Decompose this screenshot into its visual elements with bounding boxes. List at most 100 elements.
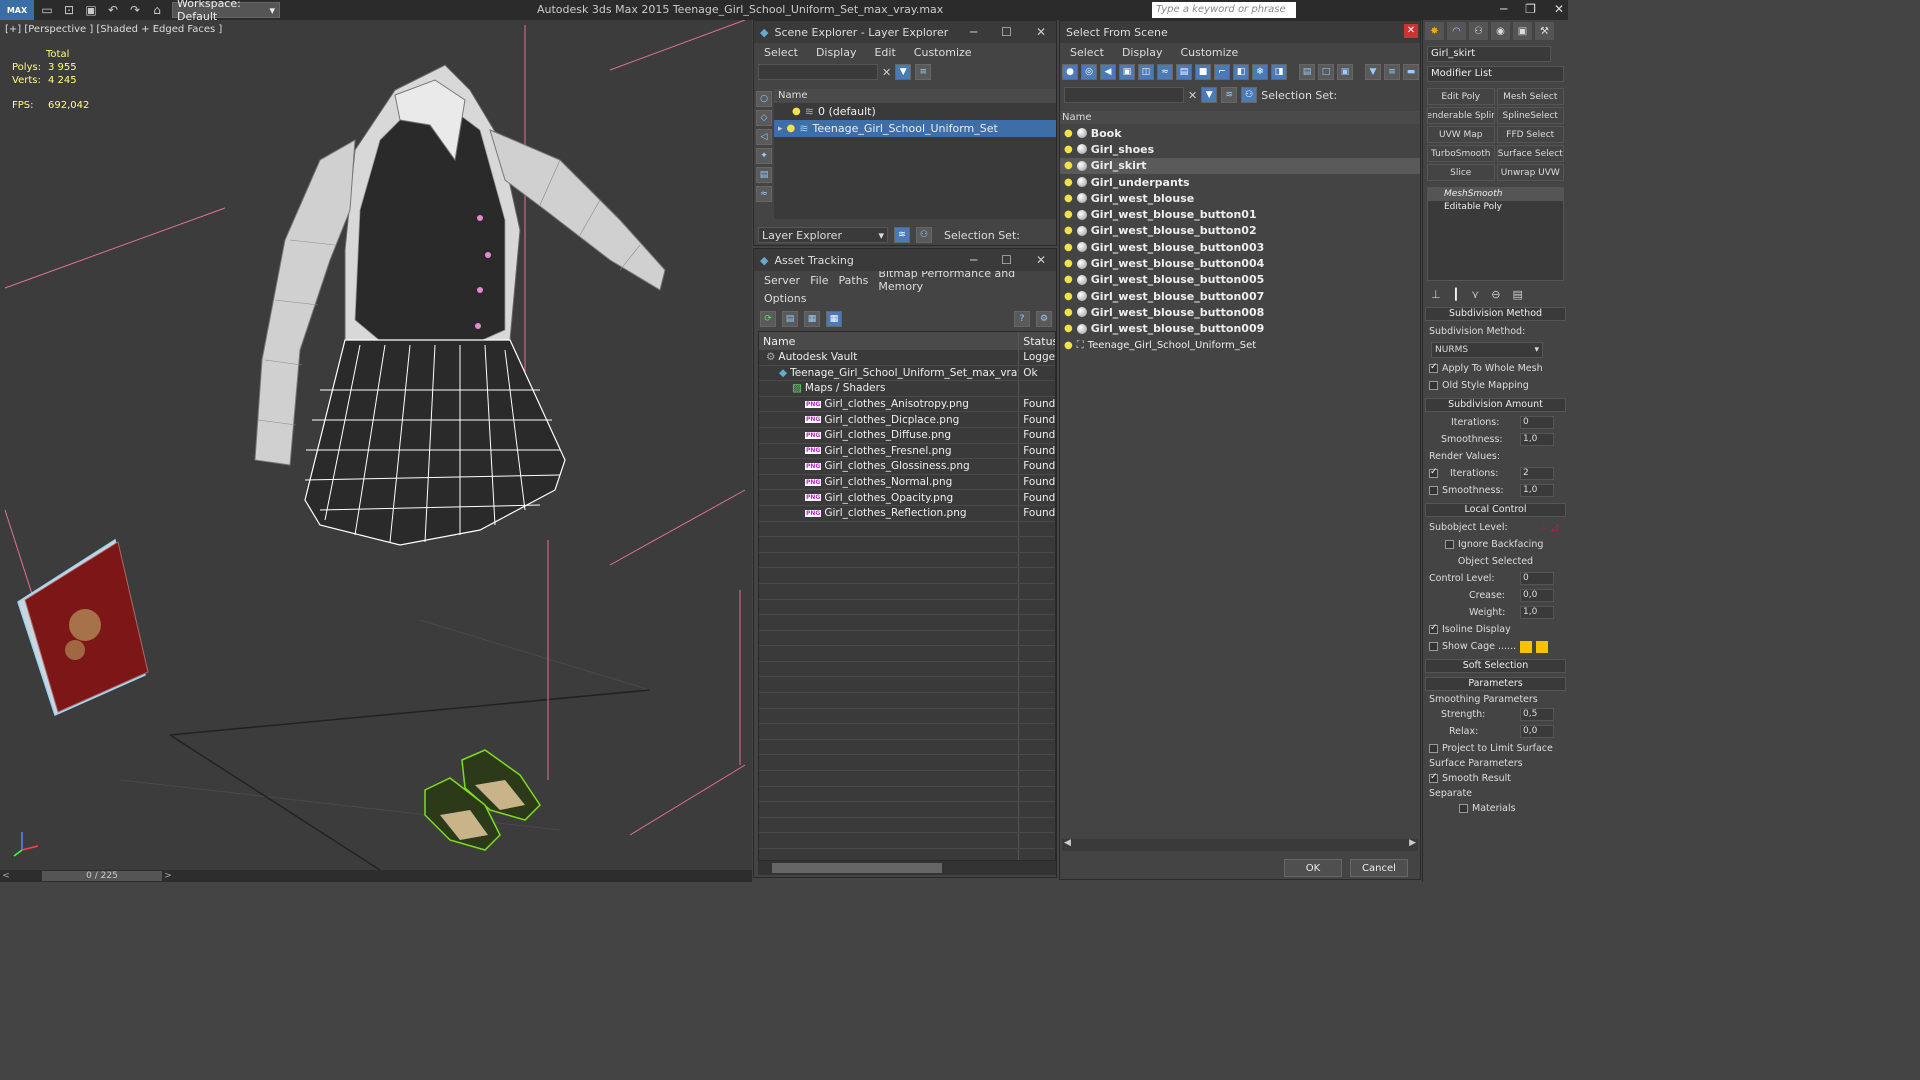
list-item[interactable]: ● Girl_west_blouse_button008 xyxy=(1060,304,1420,320)
display-tab-icon[interactable]: ▣ xyxy=(1513,22,1532,40)
list-item[interactable]: ● Girl_west_blouse_button005 xyxy=(1060,272,1420,288)
redo-icon[interactable]: ↷ xyxy=(126,2,144,18)
modifier-list-dropdown[interactable]: Modifier List xyxy=(1427,66,1564,82)
light-bulb-icon[interactable]: ● xyxy=(792,106,801,117)
filter-icon[interactable]: ▼ xyxy=(1201,87,1218,103)
menu-file[interactable]: File xyxy=(810,274,828,287)
sort-icon[interactable]: ≡ xyxy=(1384,64,1400,80)
list-item[interactable]: ● Girl_west_blouse xyxy=(1060,190,1420,206)
strength-spinner[interactable]: 0,5 xyxy=(1520,708,1554,721)
display-lights-icon[interactable]: ◀ xyxy=(1100,64,1116,80)
parameters-rollout[interactable]: Parameters xyxy=(1425,677,1566,691)
display-shapes-icon[interactable]: ◁ xyxy=(756,129,772,145)
cancel-button[interactable]: Cancel xyxy=(1350,859,1408,877)
motion-tab-icon[interactable]: ◉ xyxy=(1491,22,1510,40)
subdivision-amount-rollout[interactable]: Subdivision Amount xyxy=(1425,398,1566,412)
local-control-rollout[interactable]: Local Control xyxy=(1425,503,1566,517)
list-item[interactable]: ● Girl_west_blouse_button007 xyxy=(1060,288,1420,304)
light-bulb-icon[interactable]: ● xyxy=(1064,144,1073,155)
modifier-button[interactable]: Surface Select xyxy=(1496,145,1564,162)
menu-edit[interactable]: Edit xyxy=(874,46,895,59)
maximize-icon[interactable]: ☐ xyxy=(1001,25,1012,39)
table-row[interactable]: PNG Girl_clothes_Fresnel.png Found xyxy=(759,443,1055,460)
clear-search-icon[interactable]: ✕ xyxy=(882,66,891,79)
asset-tracking-titlebar[interactable]: ◆ Asset Tracking ─ ☐ ✕ xyxy=(754,249,1056,271)
light-bulb-icon[interactable]: ● xyxy=(787,123,796,134)
menu-select[interactable]: Select xyxy=(1070,46,1104,59)
display-helpers-icon[interactable]: ≈ xyxy=(756,186,772,202)
refresh-icon[interactable]: ⟳ xyxy=(760,311,776,327)
project-folder-icon[interactable]: ⌂ xyxy=(148,2,166,18)
list-item[interactable]: ● Girl_skirt xyxy=(1060,157,1420,174)
display-bones-icon[interactable]: ⌐ xyxy=(1214,64,1230,80)
light-bulb-icon[interactable]: ● xyxy=(1064,209,1073,220)
menu-customize[interactable]: Customize xyxy=(914,46,972,59)
display-containers-icon[interactable]: ◧ xyxy=(1233,64,1249,80)
hierarchy-icon[interactable]: ⚇ xyxy=(1241,87,1258,103)
list-item[interactable]: ● Girl_underpants xyxy=(1060,174,1420,190)
display-xrefs-icon[interactable]: ■ xyxy=(1195,64,1211,80)
old-style-mapping-checkbox[interactable] xyxy=(1429,381,1438,390)
iterations-spinner[interactable]: 0 xyxy=(1520,416,1554,429)
isoline-display-checkbox[interactable] xyxy=(1429,623,1438,634)
table-row[interactable]: ▨ Maps / Shaders xyxy=(759,381,1055,397)
display-cameras-icon[interactable]: ▣ xyxy=(1119,64,1135,80)
table-row[interactable]: PNG Girl_clothes_Opacity.png Found xyxy=(759,490,1055,506)
restore-icon[interactable]: ❐ xyxy=(1525,2,1536,16)
cage-color-swatch[interactable] xyxy=(1520,640,1533,653)
light-bulb-icon[interactable]: ● xyxy=(1064,177,1073,188)
select-none-icon[interactable]: □ xyxy=(1318,64,1334,80)
display-spacewarps-icon[interactable]: ≈ xyxy=(1157,64,1173,80)
help-icon[interactable]: ? xyxy=(1014,311,1030,327)
column-header-status[interactable]: Status xyxy=(1019,335,1055,348)
undo-icon[interactable]: ↶ xyxy=(104,2,122,18)
viewport-label[interactable]: [+] [Perspective ] [Shaded + Edged Faces… xyxy=(5,24,222,35)
close-icon[interactable]: ✕ xyxy=(1554,2,1564,16)
modifier-button[interactable]: Mesh Select xyxy=(1496,88,1564,105)
minimize-icon[interactable]: ─ xyxy=(970,25,977,39)
smooth-result-checkbox[interactable] xyxy=(1429,772,1438,783)
display-lights-icon[interactable]: ✦ xyxy=(756,148,772,164)
list-view-icon[interactable]: ▤ xyxy=(782,311,798,327)
table-row[interactable]: ◆ Teenage_Girl_School_Uniform_Set_max_vra… xyxy=(759,365,1055,382)
workspace-dropdown[interactable]: Workspace: Default ▾ xyxy=(172,0,280,23)
table-row[interactable]: ⚙Autodesk VaultLogged xyxy=(759,350,1055,366)
menu-display[interactable]: Display xyxy=(816,46,857,59)
apply-whole-mesh-checkbox[interactable] xyxy=(1429,362,1438,373)
time-slider[interactable]: < 0 / 225 > xyxy=(0,870,752,882)
light-bulb-icon[interactable]: ● xyxy=(1064,242,1073,253)
maximize-icon[interactable]: ☐ xyxy=(1001,253,1012,267)
display-frozen-icon[interactable]: ❄ xyxy=(1252,64,1268,80)
menu-display[interactable]: Display xyxy=(1122,46,1163,59)
modifier-button[interactable]: TurboSmooth xyxy=(1427,145,1495,162)
save-icon[interactable]: ▣ xyxy=(82,2,100,18)
list-item[interactable]: ● Girl_west_blouse_button009 xyxy=(1060,321,1420,337)
light-bulb-icon[interactable]: ● xyxy=(1064,258,1073,269)
column-header-name[interactable]: Name xyxy=(774,89,1056,103)
layer-row-default[interactable]: ● ≋ 0 (default) xyxy=(774,103,1056,120)
display-hidden-icon[interactable]: ◨ xyxy=(1271,64,1287,80)
modifier-button[interactable]: Slice xyxy=(1427,164,1495,181)
pin-stack-icon[interactable]: ⊥ xyxy=(1431,288,1441,301)
light-bulb-icon[interactable]: ● xyxy=(1064,340,1073,351)
clear-search-icon[interactable]: ✕ xyxy=(1188,89,1197,102)
menu-paths[interactable]: Paths xyxy=(839,274,869,287)
new-file-icon[interactable]: ▭ xyxy=(38,2,56,18)
ignore-backfacing-checkbox[interactable] xyxy=(1445,540,1454,549)
detail-view-icon[interactable]: ▦ xyxy=(804,311,820,327)
light-bulb-icon[interactable]: ● xyxy=(1064,160,1073,171)
minimize-icon[interactable]: ─ xyxy=(1500,2,1507,16)
select-all-icon[interactable]: ▤ xyxy=(1299,64,1315,80)
table-view-icon[interactable]: ▦ xyxy=(826,311,842,327)
layer-row-uniform-set[interactable]: ▸ ● ≋ Teenage_Girl_School_Uniform_Set xyxy=(774,120,1056,137)
ok-button[interactable]: OK xyxy=(1284,859,1342,877)
list-item[interactable]: ● Girl_west_blouse_button004 xyxy=(1060,255,1420,271)
prev-frame-icon[interactable]: < xyxy=(0,871,12,881)
light-bulb-icon[interactable]: ● xyxy=(1064,291,1073,302)
display-helpers-icon[interactable]: ◫ xyxy=(1138,64,1154,80)
display-groups-icon[interactable]: ▤ xyxy=(1176,64,1192,80)
horizontal-scrollbar[interactable]: ◀ ▶ xyxy=(1062,838,1418,851)
horizontal-scrollbar[interactable] xyxy=(758,861,1056,875)
filter-icon[interactable]: ▼ xyxy=(1365,64,1381,80)
explorer-type-dropdown[interactable]: Layer Explorer ▾ xyxy=(758,227,888,243)
